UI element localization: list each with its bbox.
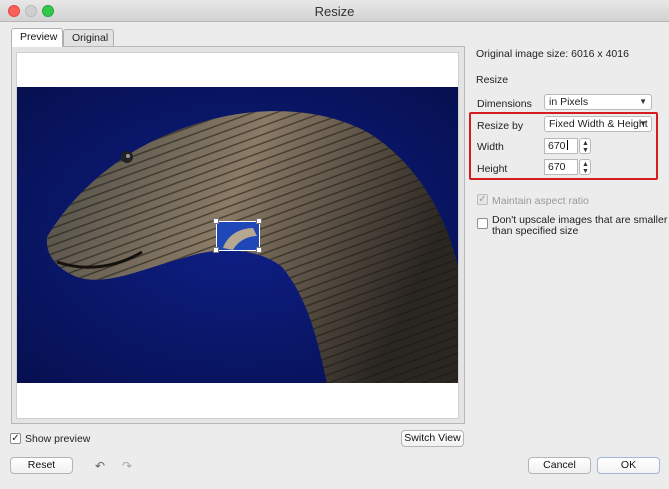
stepper-up-icon[interactable]: ▲ [581, 140, 590, 147]
width-stepper[interactable]: ▲ ▼ [579, 138, 591, 154]
checkmark-icon: ✓ [478, 194, 487, 205]
crop-handle-top-left[interactable] [213, 218, 219, 224]
ok-button[interactable]: OK [597, 457, 660, 474]
stepper-down-icon[interactable]: ▼ [581, 147, 590, 154]
resize-by-value: Fixed Width & Height [549, 118, 648, 130]
reset-button[interactable]: Reset [10, 457, 73, 474]
height-label: Height [477, 163, 508, 175]
resize-section-label: Resize [476, 74, 509, 86]
show-preview-label: Show preview [25, 433, 91, 445]
height-input[interactable]: 670 [544, 159, 578, 175]
width-input[interactable]: 670 [544, 138, 578, 154]
checkmark-icon: ✓ [11, 433, 20, 444]
switch-view-button[interactable]: Switch View [401, 430, 464, 447]
crop-selection[interactable] [216, 221, 260, 251]
height-stepper[interactable]: ▲ ▼ [579, 159, 591, 175]
width-label: Width [477, 141, 504, 153]
show-preview-checkbox[interactable]: ✓ [10, 433, 21, 444]
title-bar: Resize [0, 0, 669, 22]
crop-handle-top-right[interactable] [256, 218, 262, 224]
resize-by-select[interactable]: Fixed Width & Height ▼ [544, 116, 652, 132]
height-value: 670 [548, 161, 566, 173]
crop-handle-bottom-right[interactable] [256, 247, 262, 253]
redo-icon[interactable]: ↷ [122, 459, 132, 473]
dimensions-label: Dimensions [477, 98, 532, 110]
cancel-button[interactable]: Cancel [528, 457, 591, 474]
maintain-aspect-checkbox[interactable]: ✓ [477, 194, 488, 205]
maintain-aspect-label: Maintain aspect ratio [492, 195, 589, 207]
dimensions-value: in Pixels [549, 96, 589, 108]
no-upscale-label-line2: than specified size [492, 225, 579, 237]
chevron-down-icon: ▼ [639, 97, 647, 106]
no-upscale-checkbox[interactable] [477, 218, 488, 229]
stepper-down-icon[interactable]: ▼ [581, 168, 590, 175]
crop-handle-bottom-left[interactable] [213, 247, 219, 253]
width-value: 670 [548, 140, 566, 152]
original-size-text: Original image size: 6016 x 4016 [476, 48, 629, 60]
window-title: Resize [314, 4, 355, 19]
tab-original[interactable]: Original [63, 29, 114, 47]
resize-by-label: Resize by [477, 120, 524, 132]
dimensions-select[interactable]: in Pixels ▼ [544, 94, 652, 110]
tab-preview[interactable]: Preview [11, 28, 63, 47]
stepper-up-icon[interactable]: ▲ [581, 161, 590, 168]
chevron-down-icon: ▼ [639, 119, 647, 128]
undo-icon[interactable]: ↶ [95, 459, 105, 473]
